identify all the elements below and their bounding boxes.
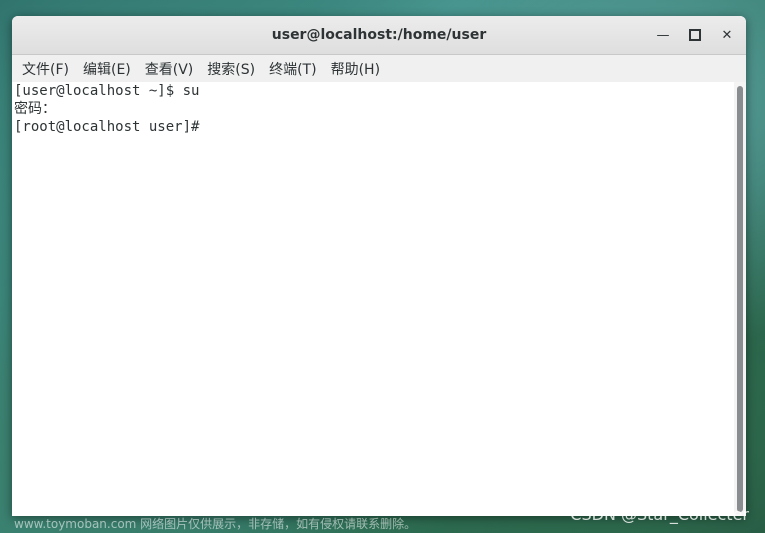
minimize-icon: —: [656, 27, 670, 43]
close-button[interactable]: ✕: [714, 24, 740, 46]
menu-file[interactable]: 文件(F): [15, 59, 76, 79]
menu-help[interactable]: 帮助(H): [324, 59, 387, 79]
menu-view[interactable]: 查看(V): [138, 59, 201, 79]
vertical-scrollbar[interactable]: [734, 82, 746, 516]
scrollbar-thumb[interactable]: [737, 86, 743, 512]
maximize-icon: [689, 29, 701, 41]
terminal-line: [root@localhost user]#: [14, 119, 208, 135]
terminal-output[interactable]: [user@localhost ~]$ su 密码： [root@localho…: [12, 82, 734, 516]
window-title: user@localhost:/home/user: [271, 27, 487, 43]
minimize-button[interactable]: —: [650, 24, 676, 46]
terminal-window: user@localhost:/home/user — ✕ 文件(F) 编辑(E…: [12, 16, 746, 516]
watermark-left: www.toymoban.com 网络图片仅供展示，非存储，如有侵权请联系删除。: [14, 517, 417, 531]
menu-bar: 文件(F) 编辑(E) 查看(V) 搜索(S) 终端(T) 帮助(H): [12, 55, 746, 83]
menu-edit[interactable]: 编辑(E): [76, 59, 138, 79]
terminal-line: [user@localhost ~]$ su: [14, 83, 200, 99]
terminal-line: 密码：: [14, 101, 56, 117]
window-controls: — ✕: [650, 24, 740, 46]
watermark-right: CSDN @Star_Collecter: [570, 505, 749, 524]
menu-terminal[interactable]: 终端(T): [262, 59, 323, 79]
menu-search[interactable]: 搜索(S): [200, 59, 262, 79]
close-icon: ✕: [721, 27, 733, 43]
maximize-button[interactable]: [682, 24, 708, 46]
title-bar[interactable]: user@localhost:/home/user — ✕: [12, 16, 746, 55]
